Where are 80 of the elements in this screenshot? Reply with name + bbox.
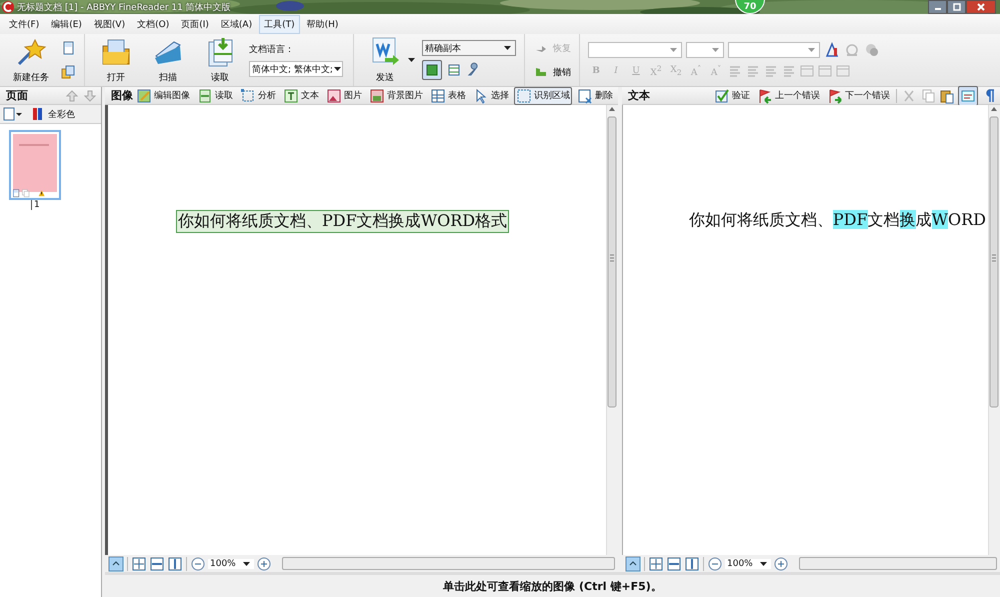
fit-width-icon[interactable] (666, 556, 682, 572)
picture-icon[interactable] (369, 88, 385, 104)
image-tool-button[interactable]: 识别区域 (514, 86, 572, 104)
mode-dropdown[interactable]: 精确副本 (422, 40, 516, 56)
flag-arrow-icon[interactable] (757, 88, 773, 104)
maximize-icon[interactable] (952, 3, 960, 11)
read-button[interactable]: 读取 (197, 34, 243, 86)
text-icon[interactable] (283, 88, 299, 104)
menu-item[interactable]: 区域(A) (216, 14, 258, 34)
table-icon[interactable] (430, 88, 446, 104)
copy-icon[interactable] (60, 64, 76, 80)
picture-icon[interactable] (326, 88, 342, 104)
menu-item[interactable]: 视图(V) (88, 14, 130, 34)
image-tool-button[interactable]: 文本 (281, 86, 321, 104)
panel-title: 页面 (6, 88, 28, 103)
zoom-in-icon[interactable] (772, 556, 789, 572)
menu-item[interactable]: 编辑(E) (46, 14, 87, 34)
image-tool-button[interactable]: 读取 (195, 86, 235, 104)
image-tool-button[interactable]: 选择 (471, 86, 511, 104)
zoom-dropdown[interactable]: 100% (208, 558, 254, 568)
text-tool-button[interactable]: 验证 (712, 86, 752, 104)
image-tool-button[interactable]: 表格 (428, 86, 468, 104)
close-icon[interactable] (977, 3, 985, 11)
image-tool-button[interactable]: 删除 (575, 86, 615, 104)
dashed-frame-icon[interactable] (516, 88, 532, 104)
fit-width-icon[interactable] (149, 556, 165, 572)
image-pencil-icon[interactable] (136, 88, 152, 104)
send-button[interactable]: 发送 (362, 34, 408, 86)
image-tool-button[interactable]: 分析 (238, 86, 278, 104)
page-thumbnail[interactable] (9, 130, 61, 200)
status-text[interactable]: 单击此处可查看缩放的图像 (Ctrl 键+F5)。 (443, 578, 662, 594)
new-task-button[interactable]: 新建任务 (8, 34, 54, 86)
paste-icon[interactable] (939, 88, 955, 104)
document-icon[interactable] (197, 88, 213, 104)
language-label: 文档语言： (249, 44, 295, 56)
app-icon (2, 1, 14, 13)
close-button[interactable] (966, 0, 996, 14)
fit-height-icon[interactable] (167, 556, 183, 572)
zoom-out-icon[interactable] (190, 556, 206, 572)
panel-title: 文本 (628, 88, 650, 103)
maximize-button[interactable] (947, 0, 966, 14)
page-number: 1 (31, 200, 40, 210)
checkbox-icon[interactable] (714, 88, 730, 104)
zoom-in-icon[interactable] (256, 556, 272, 572)
caret-icon[interactable] (408, 56, 416, 64)
menu-item[interactable]: 文件(F) (4, 14, 44, 34)
horizontal-scrollbar[interactable] (282, 557, 615, 570)
fit-height-icon[interactable] (684, 556, 700, 572)
recognition-area[interactable]: 你如何将纸质文档、PDF文档换成WORD格式 (176, 210, 510, 233)
open-button[interactable]: 打开 (93, 34, 139, 86)
minimize-button[interactable] (928, 0, 947, 14)
recognized-text: 你如何将纸质文档、PDF文档换成WORD (688, 210, 986, 231)
page-view-dropdown[interactable] (2, 106, 24, 122)
cell-icon[interactable] (818, 64, 832, 78)
menu-item[interactable]: 文档(O) (132, 14, 174, 34)
panel-title: 图像 (111, 88, 133, 103)
image-tool-button[interactable]: 图片 (324, 86, 364, 104)
text-color-icon[interactable] (824, 42, 840, 58)
image-tool-button[interactable]: 背景图片 (367, 86, 425, 104)
menu-item[interactable]: 工具(T) (259, 14, 300, 34)
scan-button[interactable]: 扫描 (145, 34, 191, 86)
menu-item[interactable]: 页面(I) (176, 14, 214, 34)
page-icon (11, 188, 21, 198)
horizontal-scrollbar[interactable] (798, 557, 997, 570)
text-tool-button[interactable]: 上一个错误 (755, 86, 822, 104)
zoom-dropdown[interactable]: 100% (725, 558, 771, 568)
window-title: 无标题文档 [1] - ABBYY FineReader 11 简体中文版 (17, 2, 231, 14)
flag-arrow-icon[interactable] (827, 88, 843, 104)
fit-page-icon[interactable] (648, 556, 664, 572)
language-dropdown[interactable]: 简体中文; 繁体中文; (249, 61, 343, 77)
collapse-icon[interactable] (108, 556, 124, 572)
collapse-icon[interactable] (625, 556, 641, 572)
image-tool-button[interactable]: 编辑图像 (134, 86, 192, 104)
dashed-frame-icon[interactable] (240, 88, 256, 104)
undo-button[interactable]: 撤销 (533, 64, 571, 80)
text-tool-button[interactable]: 下一个错误 (825, 86, 892, 104)
zoom-out-icon[interactable] (707, 556, 723, 572)
fit-page-icon[interactable] (131, 556, 147, 572)
delete-icon[interactable] (577, 88, 593, 104)
menu-item[interactable]: 帮助(H) (302, 14, 344, 34)
